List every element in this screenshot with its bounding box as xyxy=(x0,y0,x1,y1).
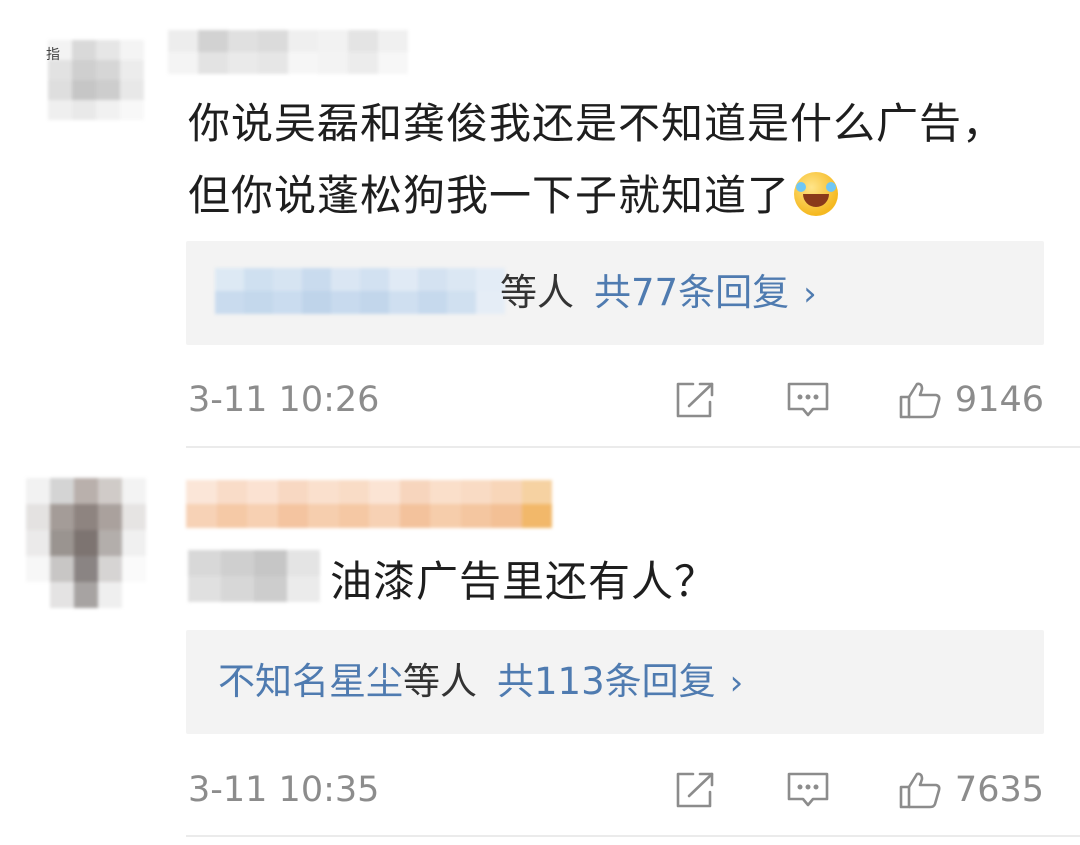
avatar[interactable] xyxy=(26,478,146,608)
chevron-right-icon: › xyxy=(729,663,744,703)
divider xyxy=(186,835,1080,837)
user-badge xyxy=(188,550,320,602)
timestamp: 3-11 10:35 xyxy=(188,770,380,810)
like-count: 7635 xyxy=(954,770,1044,810)
replies-summary[interactable]: 等人 共77条回复 › xyxy=(500,241,817,345)
comment-meta: 3-11 10:26 9146 xyxy=(186,370,1044,430)
replies-box[interactable]: 等人 共77条回复 › xyxy=(186,241,1044,345)
thumbs-up-icon[interactable] xyxy=(898,380,942,420)
comment-item: 油漆广告里还有人？ 不知名星尘等人 共113条回复 › 3-11 10:35 7… xyxy=(0,448,1080,845)
replies-box[interactable]: 不知名星尘等人 共113条回复 › xyxy=(186,630,1044,734)
chevron-right-icon: › xyxy=(803,274,817,314)
avatar-mark: 指 xyxy=(46,47,60,63)
like-count: 9146 xyxy=(954,380,1044,420)
share-icon[interactable] xyxy=(673,770,717,810)
reply-username xyxy=(215,268,505,314)
reply-count[interactable]: 共77条回复 xyxy=(594,271,789,314)
reply-count[interactable]: 共113条回复 xyxy=(497,660,716,703)
comment-item: 指 你说吴磊和龚俊我还是不知道是什么广告，但你说蓬松狗我一下子就知道了 等人 共7… xyxy=(0,0,1080,448)
comment-text: 你说吴磊和龚俊我还是不知道是什么广告，但你说蓬松狗我一下子就知道了 xyxy=(188,99,1006,220)
share-icon[interactable] xyxy=(673,380,717,420)
laughing-crying-emoji-icon xyxy=(794,171,839,216)
replies-summary[interactable]: 不知名星尘等人 共113条回复 › xyxy=(218,630,743,734)
comment-icon[interactable] xyxy=(786,770,830,810)
thumbs-up-icon[interactable] xyxy=(898,770,942,810)
comment-text: 油漆广告里还有人？ xyxy=(330,557,718,606)
comment-meta: 3-11 10:35 7635 xyxy=(186,760,1044,820)
username[interactable] xyxy=(186,480,552,528)
comment-icon[interactable] xyxy=(786,380,830,420)
username[interactable] xyxy=(168,30,408,74)
reply-username[interactable]: 不知名星尘 xyxy=(218,660,403,703)
timestamp: 3-11 10:26 xyxy=(188,380,380,420)
avatar[interactable] xyxy=(48,40,144,120)
